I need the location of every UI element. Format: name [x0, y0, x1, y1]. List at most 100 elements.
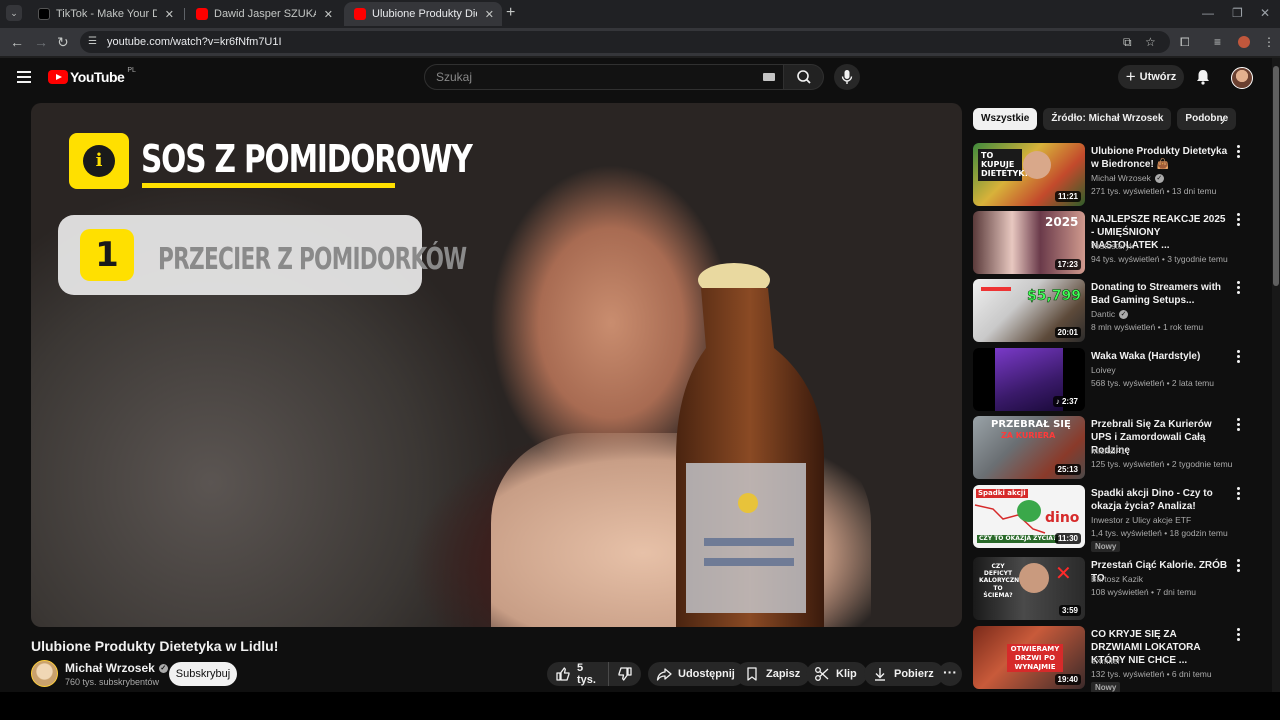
- clip-button[interactable]: Klip: [806, 662, 867, 686]
- channel-name-text: Michał Wrzosek: [65, 661, 155, 675]
- media-control-icon[interactable]: ≡: [1214, 35, 1221, 49]
- tab-ulubione-produkty[interactable]: Ulubione Produkty Dietetyka w ✕: [344, 2, 502, 26]
- subscribe-button[interactable]: Subskrybuj: [169, 662, 237, 686]
- recommendation-title[interactable]: Waka Waka (Hardstyle): [1091, 350, 1229, 363]
- page-scrollbar[interactable]: [1272, 58, 1280, 692]
- recommendation-item[interactable]: $5,799 20:01 Donating to Streamers with …: [973, 279, 1263, 343]
- save-label: Zapisz: [766, 668, 801, 680]
- recommendation-channel[interactable]: Dantic ✓: [1091, 309, 1129, 319]
- create-label: Utwórz: [1139, 71, 1177, 83]
- more-actions-button[interactable]: ···: [938, 662, 962, 686]
- more-options-icon[interactable]: [1234, 350, 1242, 364]
- subscriber-count: 760 tys. subskrybentów: [65, 677, 160, 687]
- chip-related[interactable]: Podobne: [1177, 108, 1237, 130]
- youtube-logo[interactable]: YouTube PL: [48, 67, 136, 85]
- more-options-icon[interactable]: [1234, 487, 1242, 501]
- video-thumbnail[interactable]: ♪ 2:37: [973, 348, 1085, 411]
- recommendation-title[interactable]: Ulubione Produkty Dietetyka w Biedronce!…: [1091, 145, 1229, 171]
- thumbnail-text: TO KUPUJE DIETETYK!: [978, 149, 1028, 181]
- recommendation-item[interactable]: PRZEBRAŁ SIĘ ZA KURIERA 25:13 Przebrali …: [973, 416, 1263, 480]
- share-button[interactable]: Udostępnij: [648, 662, 745, 686]
- recommendation-item[interactable]: TO KUPUJE DIETETYK! 11:21 Ulubione Produ…: [973, 143, 1263, 207]
- video-thumbnail[interactable]: $5,799 20:01: [973, 279, 1085, 342]
- recommendation-channel[interactable]: Inwestor z Ulicy akcje ETF: [1091, 515, 1191, 525]
- recommendation-channel[interactable]: Loivey: [1091, 365, 1116, 375]
- thumbnail-caption: CZY TO OKAZJA ŻYCIA?: [977, 535, 1059, 543]
- cast-icon[interactable]: ⧉: [1123, 35, 1132, 50]
- channel-name[interactable]: Michał Wrzosek ✓: [65, 661, 168, 675]
- like-button[interactable]: 5 tys.: [547, 662, 609, 686]
- recommendation-channel[interactable]: MichałF1: [1091, 446, 1125, 456]
- profile-avatar-icon[interactable]: [1238, 36, 1250, 48]
- more-options-icon[interactable]: [1234, 628, 1242, 642]
- video-thumbnail[interactable]: CZY DEFICYT KALORYCZNY TO ŚCIEMA? ✕ 3:59: [973, 557, 1085, 620]
- recommendation-channel[interactable]: Testosteryk: [1091, 241, 1134, 251]
- tab-tiktok[interactable]: TikTok - Make Your Day ✕: [28, 2, 182, 26]
- extensions-icon[interactable]: ⧠: [1180, 35, 1190, 50]
- overlay-step-card: 1 PRZECIER Z POMIDORKÓW: [58, 215, 467, 295]
- tab-dawid-jasper[interactable]: Dawid Jasper SZUKANIE MIŁOŚ ✕: [186, 2, 341, 26]
- recommendation-item[interactable]: ♪ 2:37 Waka Waka (Hardstyle) Loivey 568 …: [973, 348, 1263, 412]
- download-button[interactable]: Pobierz: [864, 662, 944, 686]
- more-options-icon[interactable]: [1234, 418, 1242, 432]
- voice-search-button[interactable]: [834, 64, 860, 90]
- bookmark-star-icon[interactable]: ☆: [1145, 35, 1156, 49]
- create-button[interactable]: + Utwórz: [1118, 65, 1184, 89]
- more-options-icon[interactable]: [1234, 559, 1242, 573]
- dislike-button[interactable]: [609, 666, 641, 682]
- notifications-bell-icon[interactable]: [1195, 68, 1211, 86]
- url-bar[interactable]: ☰ youtube.com/watch?v=kr6fNfm7U1I: [80, 31, 1170, 53]
- window-close-icon[interactable]: ✕: [1260, 6, 1270, 20]
- menu-icon[interactable]: [17, 71, 31, 83]
- video-thumbnail[interactable]: TO KUPUJE DIETETYK! 11:21: [973, 143, 1085, 206]
- chevron-right-icon[interactable]: ›: [1220, 112, 1225, 128]
- tab-search-button[interactable]: ⌄: [6, 5, 22, 21]
- chrome-menu-icon[interactable]: ⋮: [1263, 35, 1275, 49]
- video-duration: 25:13: [1054, 464, 1081, 475]
- more-options-icon[interactable]: [1234, 145, 1242, 159]
- new-tab-button[interactable]: +: [506, 4, 515, 22]
- site-info-icon[interactable]: ☰: [88, 36, 100, 48]
- user-avatar[interactable]: [1231, 67, 1253, 89]
- video-player[interactable]: i SOS Z POMIDOROWY 1 PRZECIER Z POMIDORK…: [31, 103, 962, 627]
- tab-title: Ulubione Produkty Dietetyka w: [372, 8, 477, 20]
- scrollbar-thumb[interactable]: [1273, 66, 1279, 286]
- chip-from-channel[interactable]: Źródło: Michał Wrzosek: [1043, 108, 1172, 130]
- video-thumbnail[interactable]: PRZEBRAŁ SIĘ ZA KURIERA 25:13: [973, 416, 1085, 479]
- close-icon[interactable]: ✕: [485, 8, 494, 21]
- recommendation-title[interactable]: Donating to Streamers with Bad Gaming Se…: [1091, 281, 1229, 307]
- channel-avatar[interactable]: [31, 660, 58, 687]
- keyboard-icon[interactable]: [763, 73, 775, 81]
- video-thumbnail[interactable]: OTWIERAMY DRZWI PO WYNAJMIE 19:40: [973, 626, 1085, 689]
- youtube-favicon-icon: [354, 8, 366, 20]
- search-button[interactable]: [784, 64, 824, 90]
- duration-text: 2:37: [1061, 397, 1078, 406]
- recommendation-item[interactable]: 2025 17:23 NAJLEPSZE REAKCJE 2025 - UMIĘ…: [973, 211, 1263, 275]
- forward-icon[interactable]: →: [34, 34, 48, 50]
- video-thumbnail[interactable]: Spadki akcji dino CZY TO OKAZJA ŻYCIA? 1…: [973, 485, 1085, 548]
- download-label: Pobierz: [894, 668, 934, 680]
- minimize-icon[interactable]: —: [1202, 6, 1214, 20]
- recommendation-item[interactable]: OTWIERAMY DRZWI PO WYNAJMIE 19:40 CO KRY…: [973, 626, 1263, 693]
- recommendation-title[interactable]: Spadki akcji Dino - Czy to okazja życia?…: [1091, 487, 1229, 513]
- channel-text: Testosteryk: [1091, 241, 1134, 251]
- chip-all[interactable]: Wszystkie: [973, 108, 1038, 130]
- recommendation-item[interactable]: CZY DEFICYT KALORYCZNY TO ŚCIEMA? ✕ 3:59…: [973, 557, 1263, 621]
- close-icon[interactable]: ✕: [324, 8, 333, 21]
- maximize-icon[interactable]: ❐: [1232, 6, 1243, 20]
- recommendation-channel[interactable]: Michał Wrzosek ✓: [1091, 173, 1164, 183]
- more-options-icon[interactable]: [1234, 281, 1242, 295]
- microphone-icon: [841, 70, 853, 84]
- save-button[interactable]: Zapisz: [736, 662, 811, 686]
- reload-icon[interactable]: ↻: [57, 34, 69, 50]
- close-icon[interactable]: ✕: [165, 8, 174, 21]
- more-options-icon[interactable]: [1234, 213, 1242, 227]
- video-thumbnail[interactable]: 2025 17:23: [973, 211, 1085, 274]
- back-icon[interactable]: ←: [10, 34, 24, 50]
- recommendation-channel[interactable]: Bartosz Kazik: [1091, 574, 1143, 584]
- recommendation-channel[interactable]: eXmiter: [1091, 656, 1120, 666]
- thumbnail-text: OTWIERAMY DRZWI PO WYNAJMIE: [1007, 644, 1063, 673]
- browser-tab-bar: ⌄ TikTok - Make Your Day ✕ Dawid Jasper …: [0, 0, 1280, 28]
- recommendation-item[interactable]: Spadki akcji dino CZY TO OKAZJA ŻYCIA? 1…: [973, 485, 1263, 552]
- search-input[interactable]: Szukaj: [424, 64, 784, 90]
